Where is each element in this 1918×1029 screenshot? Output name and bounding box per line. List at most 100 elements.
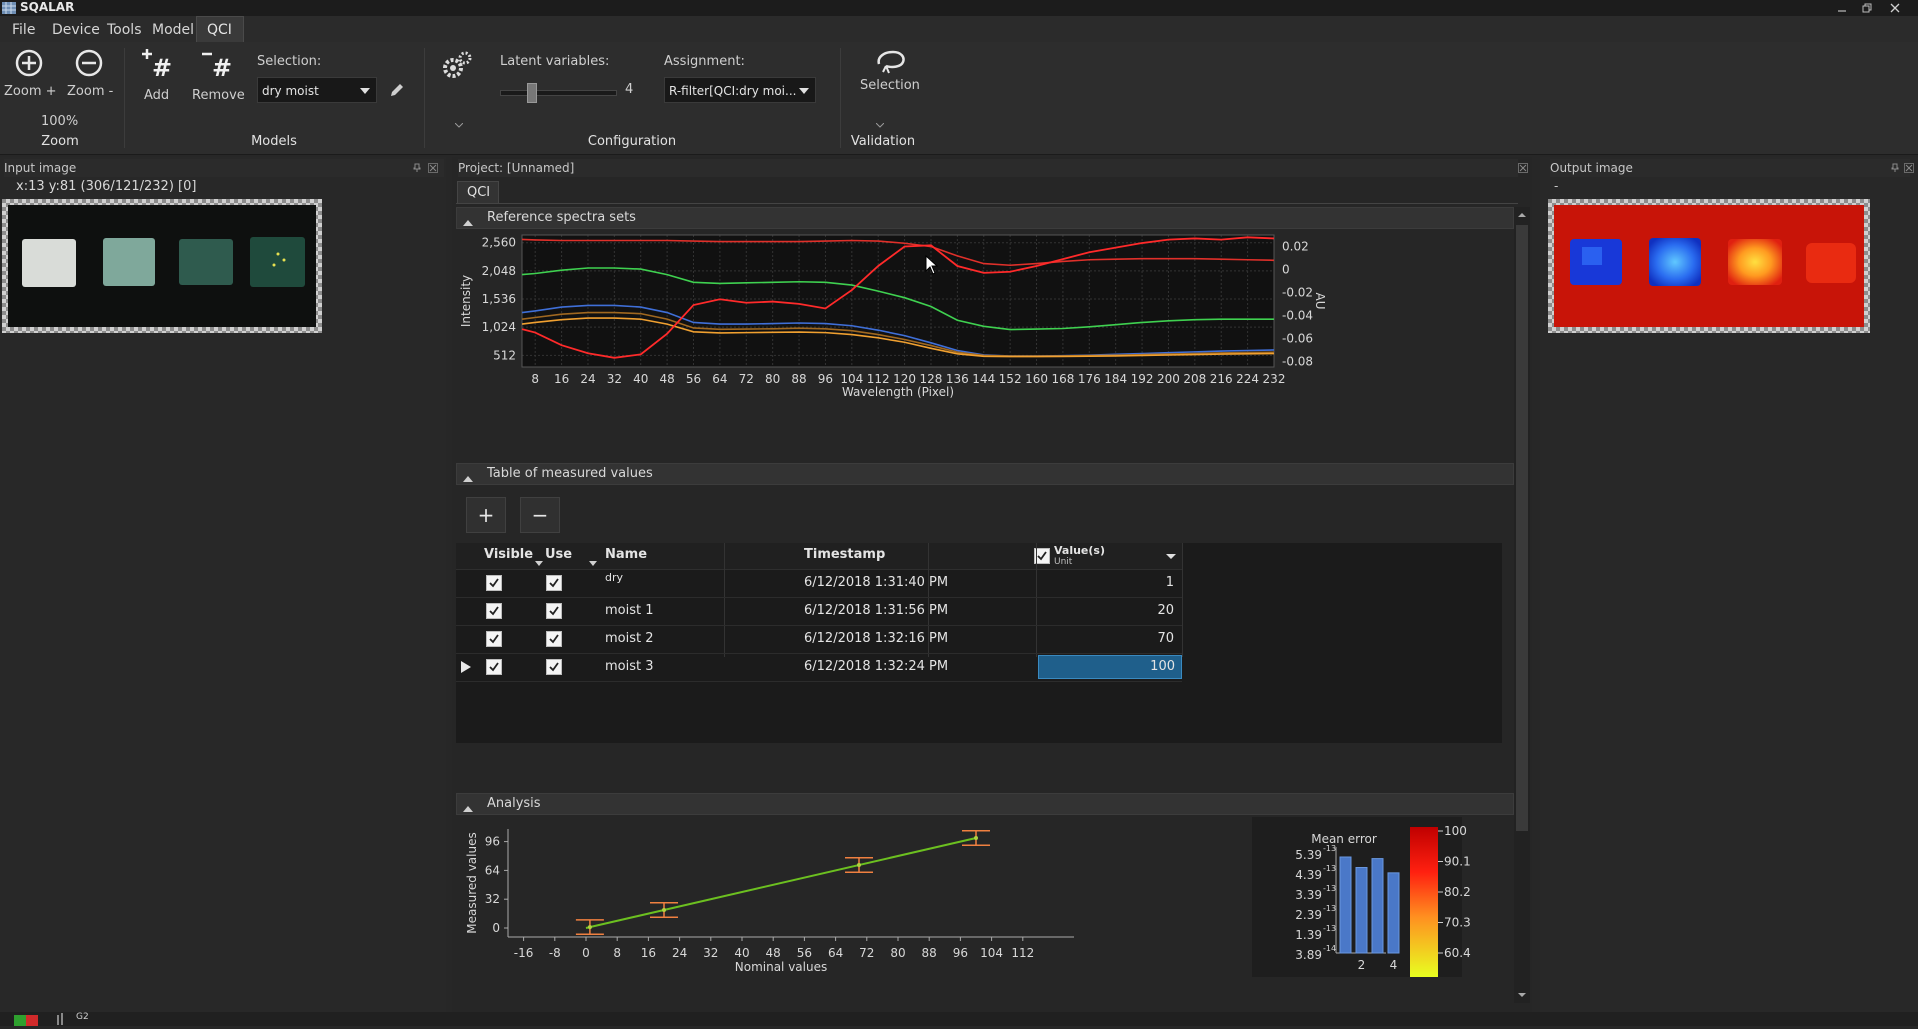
y-tick-label: 5.39 [1295, 848, 1322, 862]
add-model-button[interactable]: # Add [136, 46, 176, 106]
header-values[interactable]: Value(s) [1054, 545, 1105, 557]
x-tick-label: 160 [1025, 372, 1048, 386]
visible-checkbox[interactable] [486, 631, 502, 647]
y-tick-label: 3.89 [1295, 948, 1322, 962]
row-name[interactable]: moist 3 [605, 659, 654, 674]
y-tick-label: 2,048 [482, 264, 516, 278]
table-row[interactable]: moist 1 6/12/2018 1:31:56 PM 20 [456, 597, 1182, 626]
selected-value-cell[interactable]: 100 [1038, 655, 1182, 679]
header-name[interactable]: Name [605, 547, 647, 562]
menu-tools[interactable]: Tools [107, 22, 142, 38]
row-name[interactable]: moist 2 [605, 631, 654, 646]
y2-tick-label: 0.02 [1282, 239, 1309, 253]
zoom-out-button[interactable]: Zoom - [66, 48, 113, 104]
row-name[interactable]: dry [605, 571, 623, 584]
x-tick-label: 2 [1358, 958, 1366, 972]
close-icon[interactable] [1888, 1, 1902, 15]
y-tick-label: 3.39 [1295, 888, 1322, 902]
y-tick-exponent: -13 [1323, 884, 1336, 893]
x-tick-label: 104 [840, 372, 863, 386]
row-value[interactable]: 1 [1042, 575, 1174, 590]
row-value[interactable]: 20 [1042, 603, 1174, 618]
y-tick-label: 4.39 [1295, 868, 1322, 882]
plot-area [522, 235, 1274, 367]
header-timestamp[interactable]: Timestamp [804, 547, 885, 562]
add-row-button[interactable]: + [466, 497, 506, 533]
visible-checkbox[interactable] [486, 659, 502, 675]
dropdown-arrow-icon[interactable] [1166, 549, 1176, 564]
input-image-view[interactable] [2, 199, 322, 333]
restore-icon[interactable] [1860, 1, 1874, 15]
validation-selection-button[interactable]: Selection [860, 48, 920, 106]
zoom-in-button[interactable]: Zoom + [4, 48, 57, 104]
menu-qci-tab[interactable]: QCI [196, 16, 244, 42]
slider-handle[interactable] [527, 83, 537, 103]
cursor-coordinates: x:13 y:81 (306/121/232) [0] [16, 179, 197, 194]
table-section-header[interactable]: Table of measured values [456, 463, 1514, 485]
column-divider [1182, 543, 1183, 657]
use-checkbox[interactable] [546, 575, 562, 591]
header-visible[interactable]: Visible [484, 547, 533, 562]
x-tick-label: 192 [1131, 372, 1154, 386]
row-value[interactable]: 70 [1042, 631, 1174, 646]
row-name[interactable]: moist 1 [605, 603, 654, 618]
x-tick-label: 104 [980, 946, 1003, 960]
app-logo-icon [2, 2, 16, 14]
close-panel-icon[interactable] [1518, 162, 1528, 177]
menu-device[interactable]: Device [52, 22, 100, 38]
svg-text:#: # [152, 54, 172, 80]
reference-spectra-chart[interactable]: 8 16 24 32 40 48 56 64 72 80 88 96 104 112 120 128 136 14… [456, 231, 1514, 421]
status-g2: G2 [76, 1012, 89, 1022]
x-tick-label: 0 [582, 946, 590, 960]
y-tick-exponent: -13 [1323, 844, 1336, 853]
selection-dropdown[interactable]: dry moist [257, 77, 377, 103]
mean-error-chart[interactable]: Mean error5.39 -134.39 -133.39 -132.39 -131.… [1252, 817, 1522, 977]
menu-model[interactable]: Model [152, 22, 194, 38]
row-value[interactable]: 100 [1039, 659, 1175, 674]
use-checkbox[interactable] [546, 659, 562, 675]
pin-icon[interactable] [1890, 162, 1900, 177]
x-tick-label: 168 [1051, 372, 1074, 386]
remove-row-button[interactable]: − [520, 497, 560, 533]
use-checkbox[interactable] [546, 631, 562, 647]
close-panel-icon[interactable] [1904, 162, 1914, 177]
chevron-down-icon [360, 88, 370, 94]
vertical-scrollbar[interactable] [1514, 207, 1530, 1003]
minimize-icon[interactable] [1835, 1, 1849, 15]
status-bar: G2 [0, 1012, 1918, 1026]
app-title: SQALAR [20, 0, 75, 14]
chevron-down-icon[interactable] [454, 118, 464, 133]
remove-model-button[interactable]: # Remove [190, 46, 246, 106]
output-image-view[interactable] [1548, 199, 1870, 333]
scroll-up-icon[interactable] [1516, 209, 1528, 221]
close-panel-icon[interactable] [428, 162, 438, 177]
table-row[interactable]: dry 6/12/2018 1:31:40 PM 1 [456, 569, 1182, 598]
latent-variables-slider[interactable] [500, 83, 617, 103]
x-tick-label: 88 [791, 372, 806, 386]
assignment-dropdown[interactable]: R-filter[QCI:dry moi... [664, 77, 816, 103]
visible-checkbox[interactable] [486, 603, 502, 619]
ribbon-separator [424, 48, 425, 148]
pin-icon[interactable] [412, 162, 422, 177]
scrollbar-thumb[interactable] [1516, 225, 1528, 831]
scroll-down-icon[interactable] [1516, 989, 1528, 1001]
use-checkbox[interactable] [546, 603, 562, 619]
configuration-group-label: Configuration [587, 134, 677, 149]
menu-file[interactable]: File [12, 22, 35, 38]
reference-section-header[interactable]: Reference spectra sets [456, 207, 1514, 229]
edit-pencil-icon[interactable] [388, 81, 406, 103]
visible-checkbox[interactable] [486, 575, 502, 591]
input-panel-title: Input image [4, 161, 77, 175]
current-row-arrow-icon [461, 661, 471, 677]
analysis-regression-chart[interactable]: -16 -8 0 8 16 24 32 40 48 56 64 72 80 88 96 104 112 0 32 64… [456, 817, 1246, 977]
settings-gears-icon[interactable] [440, 50, 474, 86]
tab-qci[interactable]: QCI [457, 181, 499, 203]
analysis-section-header[interactable]: Analysis [456, 793, 1514, 815]
table-row[interactable]: moist 2 6/12/2018 1:32:16 PM 70 [456, 625, 1182, 654]
x-tick-label: 232 [1263, 372, 1286, 386]
assignment-value: R-filter[QCI:dry moi... [669, 84, 797, 98]
x-tick-label: 144 [972, 372, 995, 386]
chevron-down-icon[interactable] [875, 118, 885, 133]
table-row[interactable]: moist 3 6/12/2018 1:32:24 PM 100 [456, 653, 1182, 682]
header-use[interactable]: Use [545, 547, 572, 562]
